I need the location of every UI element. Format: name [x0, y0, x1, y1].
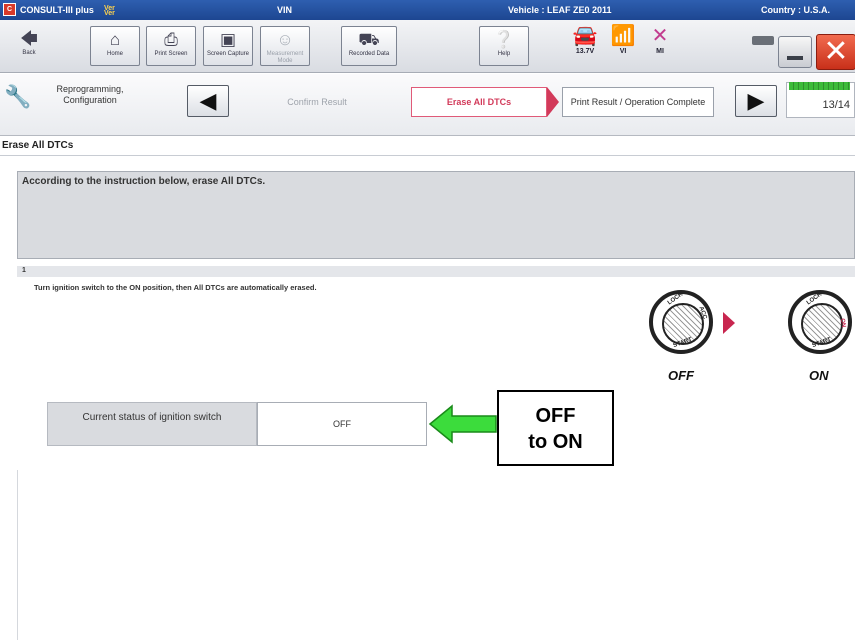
recorded-data-label: Recorded Data	[348, 51, 390, 57]
vehicle-label: Vehicle : LEAF ZE0 2011	[508, 5, 612, 15]
step-print-result: Print Result / Operation Complete	[562, 87, 714, 117]
ignition-switch-illustration: LOCK ACC START LOCK ON START OFF ON	[646, 290, 855, 390]
title-bar: C CONSULT-III plus Ver Ver VIN Vehicle :…	[0, 0, 855, 20]
close-button[interactable]: ✕	[816, 34, 855, 70]
help-label: Help	[497, 51, 511, 57]
key-acc-text: ACC	[697, 305, 708, 321]
key-on-text: ON	[838, 318, 847, 328]
screen-capture-button[interactable]: ▣ Screen Capture	[203, 26, 253, 66]
signal-icon: 📶	[610, 25, 636, 47]
ver-label-2: Ver	[104, 10, 115, 17]
previous-step-button[interactable]: ◀	[187, 85, 229, 117]
back-button[interactable]: 🡄 Back	[4, 26, 54, 66]
close-icon: ✕	[823, 35, 849, 68]
home-button[interactable]: ⌂ Home	[90, 26, 140, 66]
instruction-text: According to the instruction below, eras…	[22, 176, 266, 187]
disconnected-icon: ✕	[651, 25, 669, 47]
vi-status: 📶 VI	[606, 24, 640, 55]
minimize-button[interactable]	[778, 36, 812, 68]
screen-capture-label: Screen Capture	[206, 51, 250, 57]
camera-icon: ▣	[219, 30, 237, 49]
home-label: Home	[106, 51, 123, 57]
voltage-value: 13.7V	[575, 48, 595, 55]
ignition-on-label: ON	[809, 368, 829, 383]
help-icon: ❔	[493, 30, 515, 49]
ignition-status-label: Current status of ignition switch	[47, 402, 257, 446]
vi-label: VI	[619, 48, 627, 55]
ignition-off-key-icon: LOCK ACC START	[649, 290, 713, 354]
step-erase-all-dtcs: Erase All DTCs	[411, 87, 547, 117]
car-icon: 🚘	[572, 25, 598, 47]
mi-status: ✕ MI	[643, 24, 677, 55]
app-name: CONSULT-III plus	[20, 5, 94, 15]
person-icon: ☺	[276, 30, 294, 49]
triangle-left-icon: ◀	[199, 88, 217, 113]
country-label: Country : U.S.A.	[761, 5, 830, 15]
callout-line-1: OFF	[535, 405, 576, 427]
key-start-text: START	[672, 336, 693, 350]
step-instruction: Turn ignition switch to the ON position,…	[34, 283, 317, 292]
step-navigation-bar: 🔧 Reprogramming, Configuration ◀ Confirm…	[0, 74, 855, 136]
instruction-panel: According to the instruction below, eras…	[17, 171, 855, 259]
help-button[interactable]: ❔ Help	[479, 26, 529, 66]
active-step-arrow	[547, 87, 559, 117]
reprogramming-icon: 🔧	[4, 84, 32, 109]
battery-voltage-status: 🚘 13.7V	[568, 24, 602, 55]
step-number: 1	[22, 267, 26, 274]
step-confirm-result: Confirm Result	[287, 96, 347, 107]
progress-bar-fill	[789, 82, 850, 90]
ignition-on-key-icon: LOCK ON START	[788, 290, 852, 354]
back-label: Back	[22, 50, 36, 56]
step-counter: 13/14	[822, 99, 850, 111]
triangle-right-icon: ▶	[747, 88, 765, 113]
recorded-data-button[interactable]: ⛟ Recorded Data	[341, 26, 397, 66]
callout-box: OFF to ON	[497, 390, 614, 466]
back-arrow-icon: 🡄	[20, 29, 38, 48]
consult-logo-icon: C	[3, 3, 16, 16]
key-lock-text: LOCK	[666, 291, 685, 307]
section-label: Reprogramming, Configuration	[56, 84, 124, 105]
vin-label: VIN	[277, 5, 293, 15]
key-lock-text-on: LOCK	[805, 291, 824, 307]
measurement-mode-label: Measurement Mode	[266, 51, 304, 64]
key-start-text-on: START	[811, 336, 832, 350]
page-title: Erase All DTCs	[2, 140, 74, 151]
step-header: 1	[17, 266, 855, 277]
toolbar: 🡄 Back ⌂ Home ⎙ Print Screen ▣ Screen Ca…	[0, 20, 855, 73]
printer-icon: ⎙	[164, 30, 178, 49]
callout-line-2: to ON	[528, 431, 583, 453]
green-arrow-icon	[428, 404, 497, 444]
battery-icon	[752, 36, 774, 45]
transition-arrow-icon	[723, 312, 735, 334]
mi-label: MI	[656, 48, 664, 55]
car-data-icon: ⛟	[358, 30, 380, 49]
print-screen-label: Print Screen	[154, 51, 188, 57]
print-screen-button[interactable]: ⎙ Print Screen	[146, 26, 196, 66]
next-step-button[interactable]: ▶	[735, 85, 777, 117]
home-icon: ⌂	[109, 30, 121, 49]
ignition-status-value: OFF	[257, 402, 427, 446]
measurement-mode-button[interactable]: ☺ Measurement Mode	[260, 26, 310, 66]
title-divider	[0, 155, 855, 156]
content-left-border	[17, 470, 18, 640]
ignition-off-label: OFF	[668, 368, 694, 383]
